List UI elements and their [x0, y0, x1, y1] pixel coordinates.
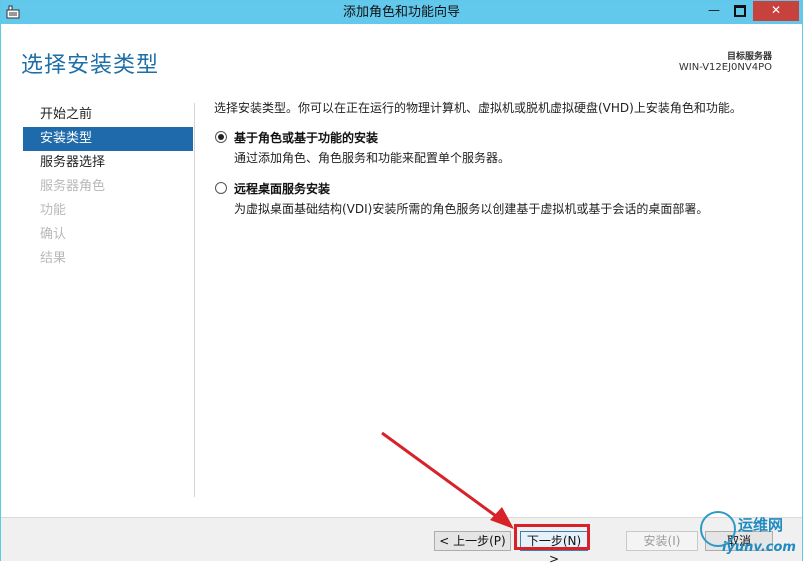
footer-bar: < 上一步(P) 下一步(N) > 安装(I) 取消 [1, 517, 802, 566]
nav-item-server-roles: 服务器角色 [40, 179, 106, 194]
option-remote-desktop[interactable]: 远程桌面服务安装 为虚拟桌面基础结构(VDI)安装所需的角色服务以创建基于虚拟机… [214, 180, 784, 217]
target-server-label: 目标服务器 [726, 52, 772, 62]
wizard-window: 添加角色和功能向导 — ✕ 选择安装类型 目标服务器 WIN-V12EJ0NV4… [0, 0, 803, 566]
title-bar: 添加角色和功能向导 — ✕ [1, 1, 802, 24]
intro-text: 选择安装类型。你可以在正在运行的物理计算机、虚拟机或脱机虚拟硬盘(VHD)上安装… [214, 101, 742, 115]
nav-item-features: 功能 [40, 203, 67, 218]
install-button: 安装(I) [626, 531, 698, 551]
nav-item-before-you-begin[interactable]: 开始之前 [23, 103, 193, 127]
next-button-highlight [514, 524, 590, 550]
close-button[interactable]: ✕ [753, 1, 799, 21]
radio-role-based[interactable] [215, 131, 227, 143]
previous-button[interactable]: < 上一步(P) [434, 531, 511, 551]
watermark-line1: 运维网 [738, 516, 784, 534]
nav-item-results: 结果 [40, 251, 67, 266]
watermark-line2: iyunv.com [722, 540, 796, 555]
minimize-button[interactable]: — [701, 1, 727, 21]
option-title[interactable]: 基于角色或基于功能的安装 [234, 129, 784, 146]
option-description: 为虚拟桌面基础结构(VDI)安装所需的角色服务以创建基于虚拟机或基于会话的桌面部… [234, 202, 709, 216]
content-pane: 选择安装类型。你可以在正在运行的物理计算机、虚拟机或脱机虚拟硬盘(VHD)上安装… [214, 99, 784, 217]
maximize-icon [734, 5, 746, 17]
nav-item-confirmation: 确认 [40, 227, 67, 242]
nav-item-installation-type[interactable]: 安装类型 [23, 127, 193, 151]
wizard-steps-nav: 开始之前 安装类型 服务器选择 服务器角色 功能 确认 结果 [23, 103, 193, 271]
option-role-based[interactable]: 基于角色或基于功能的安装 通过添加角色、角色服务和功能来配置单个服务器。 [214, 129, 784, 166]
radio-remote-desktop[interactable] [215, 182, 227, 194]
maximize-button[interactable] [727, 1, 753, 21]
option-description: 通过添加角色、角色服务和功能来配置单个服务器。 [234, 151, 511, 165]
target-server-name: WIN-V12EJ0NV4PO [678, 62, 772, 73]
window-title: 添加角色和功能向导 [342, 5, 460, 20]
nav-item-server-selection[interactable]: 服务器选择 [23, 151, 193, 175]
nav-divider [194, 103, 195, 497]
option-title[interactable]: 远程桌面服务安装 [234, 180, 784, 197]
page-title: 选择安装类型 [21, 53, 160, 78]
